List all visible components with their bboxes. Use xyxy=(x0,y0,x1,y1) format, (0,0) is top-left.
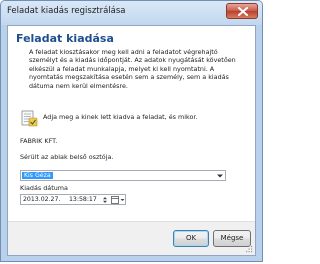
prompt-text: Adja meg a kinek lett kiadva a feladat, … xyxy=(43,113,198,121)
company-name: FABRIK KFT. xyxy=(20,137,58,145)
window-title: Feladat kiadás regisztrálása xyxy=(7,6,126,16)
button-bar: OK Mégse xyxy=(8,221,255,255)
description-line: személyt és a kiadás időpontját. Az adat… xyxy=(29,56,236,65)
dialog-client-area: Feladat kiadása A feladat kiosztásakor m… xyxy=(7,25,256,256)
date-value[interactable]: 2013.02.27. xyxy=(23,196,60,203)
description-line: elkészül a feladat munkalapja, melyet ki… xyxy=(29,64,215,73)
ok-button[interactable]: OK xyxy=(173,230,209,247)
time-value[interactable]: 13:58:17 xyxy=(69,196,97,203)
page-title: Feladat kiadása xyxy=(16,32,114,45)
dialog-window: Feladat kiadás regisztrálása Feladat kia… xyxy=(0,0,263,262)
prompt-row: Adja meg a kinek lett kiadva a feladat, … xyxy=(20,110,250,128)
description-line: dátuma nem kerül elmentésre. xyxy=(29,81,128,90)
description-text: A feladat kiosztásakor meg kell adni a f… xyxy=(29,48,251,90)
task-description: Sérült az ablak belső osztója. xyxy=(20,153,114,161)
person-select-value: Kis Géza xyxy=(22,172,53,179)
chevron-down-icon[interactable] xyxy=(216,173,224,179)
close-button[interactable] xyxy=(226,3,258,19)
person-select[interactable]: Kis Géza xyxy=(20,170,226,181)
title-bar[interactable]: Feladat kiadás regisztrálása xyxy=(1,1,262,25)
form-icon xyxy=(21,110,38,127)
calendar-icon[interactable] xyxy=(111,196,125,204)
resize-grip-icon[interactable] xyxy=(245,245,253,253)
content-panel: Feladat kiadása A feladat kiosztásakor m… xyxy=(8,26,255,221)
description-line: nyomtatás megszakítása esetén sem a szem… xyxy=(29,73,229,82)
date-time-picker[interactable]: 2013.02.27. 13:58:17 xyxy=(20,194,126,205)
close-icon xyxy=(238,7,248,16)
date-label: Kiadás dátuma xyxy=(20,184,68,192)
spinner-icon[interactable] xyxy=(102,196,108,204)
